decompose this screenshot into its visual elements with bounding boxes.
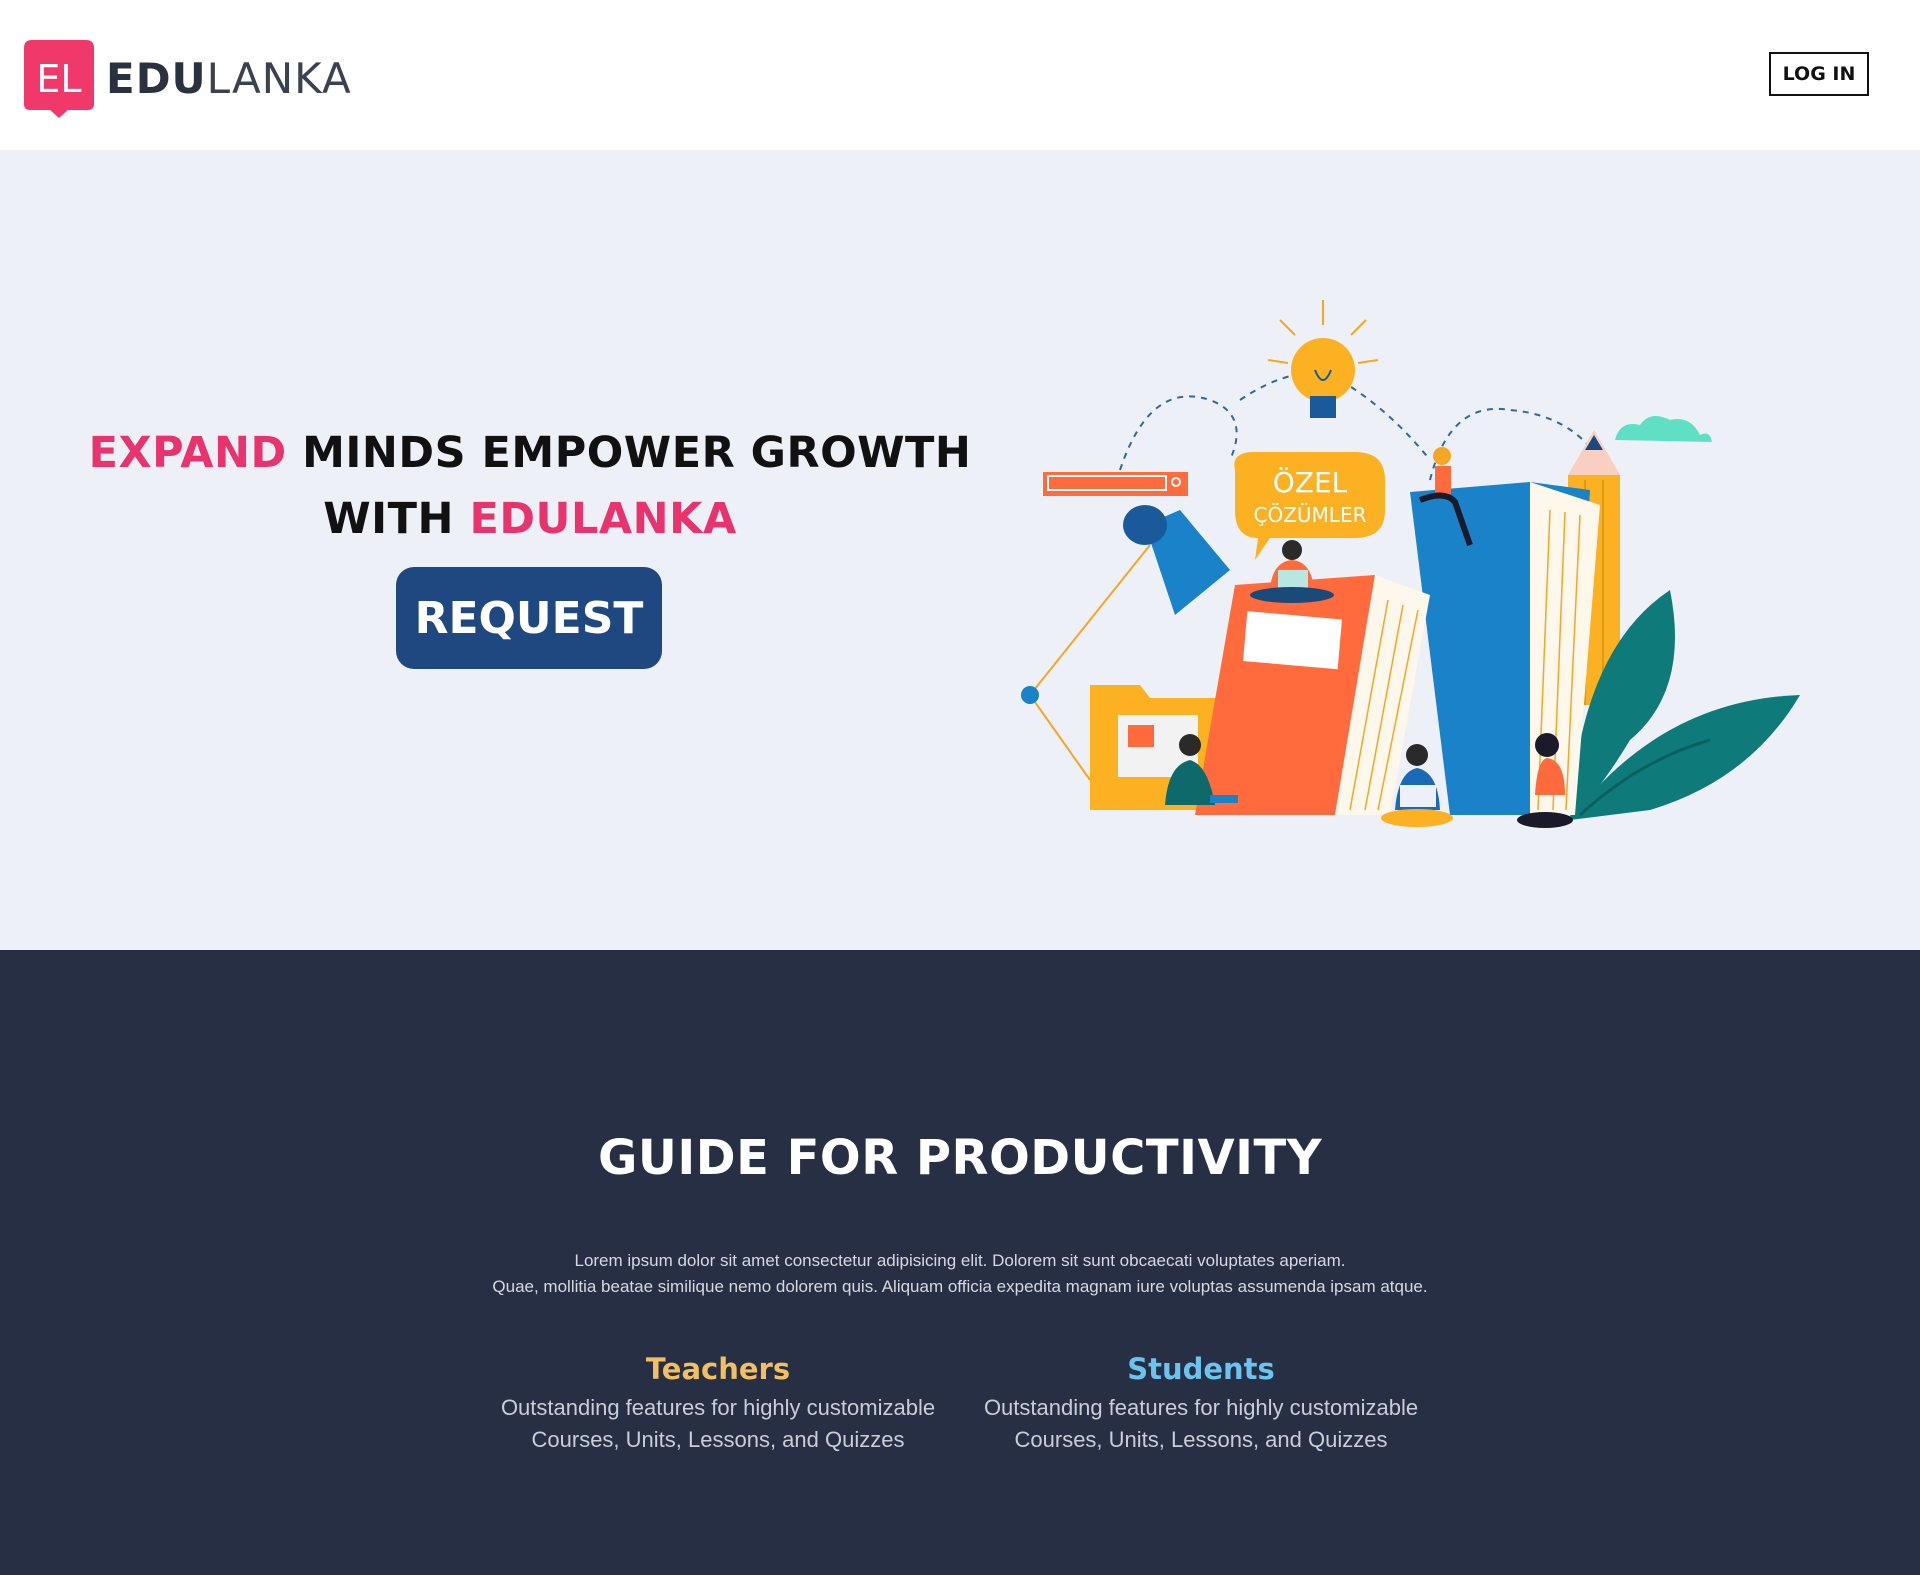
hero-section: EXPAND MINDS EMPOWER GROWTH WITH EDULANK… bbox=[0, 150, 1920, 950]
brand-name: EDULANKA bbox=[106, 58, 352, 100]
speech-bubble-icon: ÖZEL ÇÖZÜMLER bbox=[1234, 451, 1385, 560]
logo-icon: EL bbox=[24, 40, 94, 118]
guide-description-line-2: Quae, mollitia beatae similique nemo dol… bbox=[492, 1277, 1428, 1296]
person-reading-icon bbox=[1250, 540, 1334, 603]
request-button[interactable]: REQUEST bbox=[396, 567, 662, 669]
bubble-line-1: ÖZEL bbox=[1273, 465, 1348, 499]
guide-section: GUIDE FOR PRODUCTIVITY Lorem ipsum dolor… bbox=[0, 950, 1920, 1575]
hero-title-accent-expand: EXPAND bbox=[88, 428, 287, 478]
feature-students: Students Outstanding features for highly… bbox=[961, 1352, 1441, 1456]
hero-title-accent-brand: EDULANKA bbox=[469, 494, 737, 544]
hero-illustration: ÖZEL ÇÖZÜMLER bbox=[1021, 300, 1800, 828]
search-bar-icon bbox=[1043, 472, 1188, 496]
logo-letters: EL bbox=[36, 57, 81, 101]
feature-students-title: Students bbox=[1127, 1352, 1275, 1386]
navbar: EL EDULANKA LOG IN bbox=[0, 0, 1920, 150]
hero-title-rest: MINDS EMPOWER GROWTH bbox=[302, 428, 972, 478]
guide-description: Lorem ipsum dolor sit amet consectetur a… bbox=[0, 1248, 1920, 1300]
cloud-icon bbox=[1615, 416, 1712, 442]
feature-teachers-line-1: Outstanding features for highly customiz… bbox=[500, 1395, 936, 1420]
brand-name-light: LANKA bbox=[206, 54, 352, 103]
hero-title-with: WITH bbox=[323, 494, 454, 544]
lightbulb-icon bbox=[1267, 300, 1379, 418]
guide-description-line-1: Lorem ipsum dolor sit amet consectetur a… bbox=[574, 1251, 1346, 1270]
bubble-line-2: ÇÖZÜMLER bbox=[1254, 503, 1367, 527]
feature-teachers: Teachers Outstanding features for highly… bbox=[478, 1352, 958, 1456]
hero-title: EXPAND MINDS EMPOWER GROWTH WITH EDULANK… bbox=[60, 420, 1000, 552]
login-button[interactable]: LOG IN bbox=[1769, 52, 1869, 96]
logo[interactable]: EL EDULANKA bbox=[24, 40, 352, 118]
brand-name-bold: EDU bbox=[106, 54, 207, 103]
guide-title: GUIDE FOR PRODUCTIVITY bbox=[598, 1130, 1322, 1186]
feature-teachers-title: Teachers bbox=[645, 1352, 791, 1386]
feature-students-line-2: Courses, Units, Lessons, and Quizzes bbox=[1014, 1427, 1388, 1452]
feature-teachers-line-2: Courses, Units, Lessons, and Quizzes bbox=[531, 1427, 905, 1452]
feature-students-line-1: Outstanding features for highly customiz… bbox=[983, 1395, 1419, 1420]
